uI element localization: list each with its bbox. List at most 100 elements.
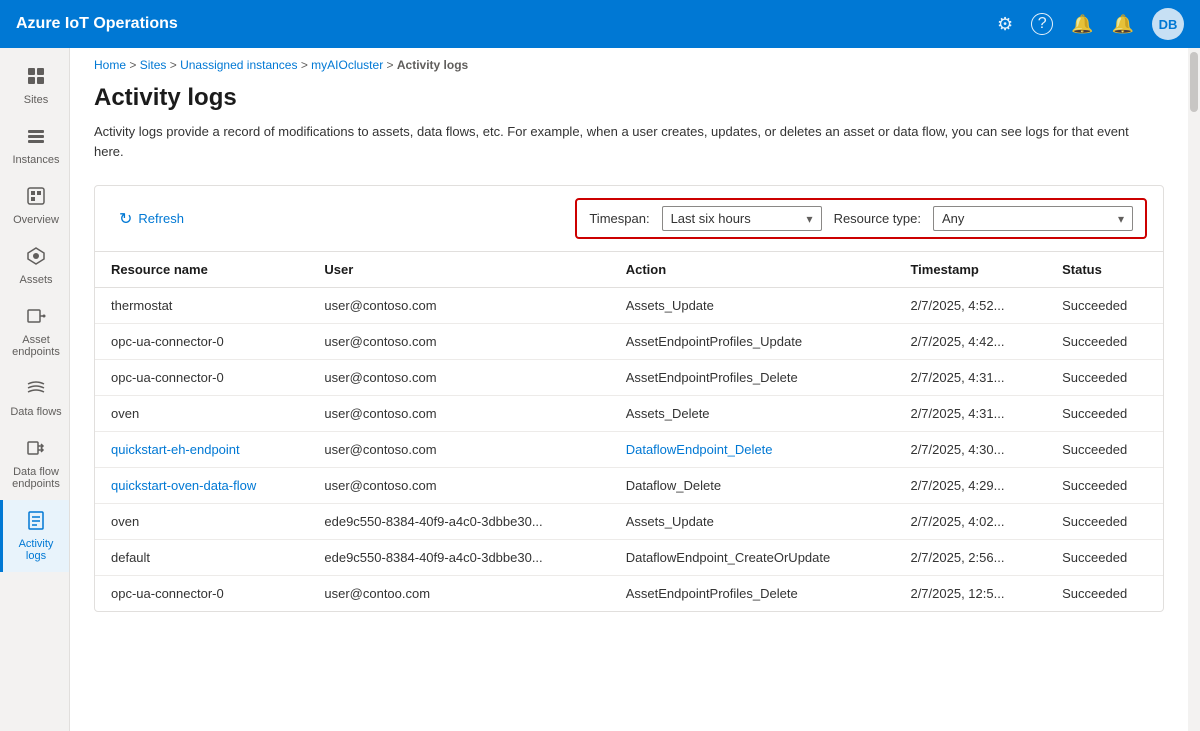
cell-user: ede9c550-8384-40f9-a4c0-3dbbe30... (308, 504, 609, 540)
sidebar-item-assets[interactable]: Assets (0, 236, 69, 296)
sidebar-label-sites: Sites (24, 94, 48, 106)
cell-status: Succeeded (1046, 576, 1163, 612)
sidebar-item-sites[interactable]: Sites (0, 56, 69, 116)
breadcrumb-home[interactable]: Home (94, 58, 126, 72)
nav-icons: ⚙ ? 🔔 🔔 DB (997, 8, 1184, 40)
cell-status: Succeeded (1046, 288, 1163, 324)
resource-type-label: Resource type: (834, 211, 921, 226)
overview-icon (26, 186, 46, 210)
breadcrumb-cluster[interactable]: myAIOcluster (311, 58, 383, 72)
breadcrumb-unassigned-instances[interactable]: Unassigned instances (180, 58, 297, 72)
sidebar-label-data-flows: Data flows (10, 406, 61, 418)
cell-timestamp: 2/7/2025, 4:31... (894, 360, 1046, 396)
table-row: opc-ua-connector-0user@contoso.comAssetE… (95, 360, 1163, 396)
sidebar-label-activity-logs: Activity logs (7, 538, 65, 562)
alert-icon[interactable]: 🔔 (1071, 14, 1093, 35)
cell-status: Succeeded (1046, 324, 1163, 360)
resource-type-select[interactable]: Any ▾ (933, 206, 1133, 231)
notification-bell-icon[interactable]: 🔔 (1112, 14, 1134, 35)
cell-timestamp: 2/7/2025, 2:56... (894, 540, 1046, 576)
refresh-icon: ↻ (119, 209, 132, 229)
cell-resource-name: opc-ua-connector-0 (95, 360, 308, 396)
cell-action: DataflowEndpoint_CreateOrUpdate (610, 540, 895, 576)
breadcrumb-sites[interactable]: Sites (140, 58, 167, 72)
cell-status: Succeeded (1046, 432, 1163, 468)
data-flow-endpoints-icon (26, 438, 46, 462)
sidebar-item-asset-endpoints[interactable]: Asset endpoints (0, 296, 69, 368)
resource-type-chevron-icon: ▾ (1118, 212, 1124, 226)
col-action: Action (610, 252, 895, 288)
table-row: ovenuser@contoso.comAssets_Delete2/7/202… (95, 396, 1163, 432)
table-row: opc-ua-connector-0user@contoo.comAssetEn… (95, 576, 1163, 612)
assets-icon (26, 246, 46, 270)
table-row: opc-ua-connector-0user@contoso.comAssetE… (95, 324, 1163, 360)
cell-action[interactable]: DataflowEndpoint_Delete (610, 432, 895, 468)
settings-icon[interactable]: ⚙ (997, 14, 1013, 35)
timespan-label: Timespan: (589, 211, 649, 226)
cell-action: Assets_Update (610, 504, 895, 540)
sidebar-label-data-flow-endpoints: Data flow endpoints (7, 466, 65, 490)
sidebar-item-data-flow-endpoints[interactable]: Data flow endpoints (0, 428, 69, 500)
cell-timestamp: 2/7/2025, 4:30... (894, 432, 1046, 468)
cell-status: Succeeded (1046, 360, 1163, 396)
breadcrumb: Home > Sites > Unassigned instances > my… (70, 48, 1188, 76)
data-flows-icon (26, 378, 46, 402)
cell-timestamp: 2/7/2025, 12:5... (894, 576, 1046, 612)
cell-user: user@contoso.com (308, 468, 609, 504)
col-user: User (308, 252, 609, 288)
refresh-label: Refresh (138, 211, 184, 226)
cell-user: user@contoso.com (308, 288, 609, 324)
top-nav: Azure IoT Operations ⚙ ? 🔔 🔔 DB (0, 0, 1200, 48)
cell-timestamp: 2/7/2025, 4:02... (894, 504, 1046, 540)
col-timestamp: Timestamp (894, 252, 1046, 288)
cell-status: Succeeded (1046, 540, 1163, 576)
filters-box: Timespan: Last six hours ▾ Resource type… (575, 198, 1147, 239)
cell-resource-name: opc-ua-connector-0 (95, 324, 308, 360)
cell-user: user@contoso.com (308, 324, 609, 360)
app-title: Azure IoT Operations (16, 15, 178, 33)
table-container: ↻ Refresh Timespan: Last six hours ▾ Res… (94, 185, 1164, 612)
col-status: Status (1046, 252, 1163, 288)
avatar[interactable]: DB (1152, 8, 1184, 40)
table-row: defaultede9c550-8384-40f9-a4c0-3dbbe30..… (95, 540, 1163, 576)
cell-resource-name: oven (95, 504, 308, 540)
table-row: ovenede9c550-8384-40f9-a4c0-3dbbe30...As… (95, 504, 1163, 540)
cell-user: user@contoso.com (308, 432, 609, 468)
main-content: Home > Sites > Unassigned instances > my… (70, 48, 1188, 731)
sidebar-item-activity-logs[interactable]: Activity logs (0, 500, 69, 572)
help-icon[interactable]: ? (1031, 13, 1053, 35)
cell-status: Succeeded (1046, 468, 1163, 504)
sidebar-item-instances[interactable]: Instances (0, 116, 69, 176)
scrollbar[interactable] (1188, 48, 1200, 731)
cell-user: user@contoo.com (308, 576, 609, 612)
layout: Sites Instances Overview (0, 48, 1200, 731)
toolbar: ↻ Refresh Timespan: Last six hours ▾ Res… (95, 186, 1163, 252)
col-resource-name: Resource name (95, 252, 308, 288)
timespan-value: Last six hours (671, 211, 751, 226)
cell-action: AssetEndpointProfiles_Delete (610, 360, 895, 396)
refresh-button[interactable]: ↻ Refresh (111, 205, 192, 233)
cell-status: Succeeded (1046, 396, 1163, 432)
table-row: quickstart-oven-data-flowuser@contoso.co… (95, 468, 1163, 504)
cell-resource-name: thermostat (95, 288, 308, 324)
activity-logs-icon (26, 510, 46, 534)
cell-resource-name[interactable]: quickstart-eh-endpoint (95, 432, 308, 468)
sidebar-item-overview[interactable]: Overview (0, 176, 69, 236)
scrollbar-thumb (1190, 52, 1198, 112)
breadcrumb-activity-logs: Activity logs (397, 58, 468, 72)
cell-status: Succeeded (1046, 504, 1163, 540)
cell-action: AssetEndpointProfiles_Update (610, 324, 895, 360)
asset-endpoints-icon (26, 306, 46, 330)
activity-log-table: Resource name User Action Timestamp Stat… (95, 252, 1163, 611)
cell-resource-name[interactable]: quickstart-oven-data-flow (95, 468, 308, 504)
page-description: Activity logs provide a record of modifi… (94, 122, 1144, 161)
cell-action: Dataflow_Delete (610, 468, 895, 504)
cell-action: AssetEndpointProfiles_Delete (610, 576, 895, 612)
page-title: Activity logs (94, 84, 1164, 112)
sidebar-item-data-flows[interactable]: Data flows (0, 368, 69, 428)
table-header-row: Resource name User Action Timestamp Stat… (95, 252, 1163, 288)
sites-icon (26, 66, 46, 90)
timespan-select[interactable]: Last six hours ▾ (662, 206, 822, 231)
cell-action: Assets_Delete (610, 396, 895, 432)
cell-timestamp: 2/7/2025, 4:42... (894, 324, 1046, 360)
